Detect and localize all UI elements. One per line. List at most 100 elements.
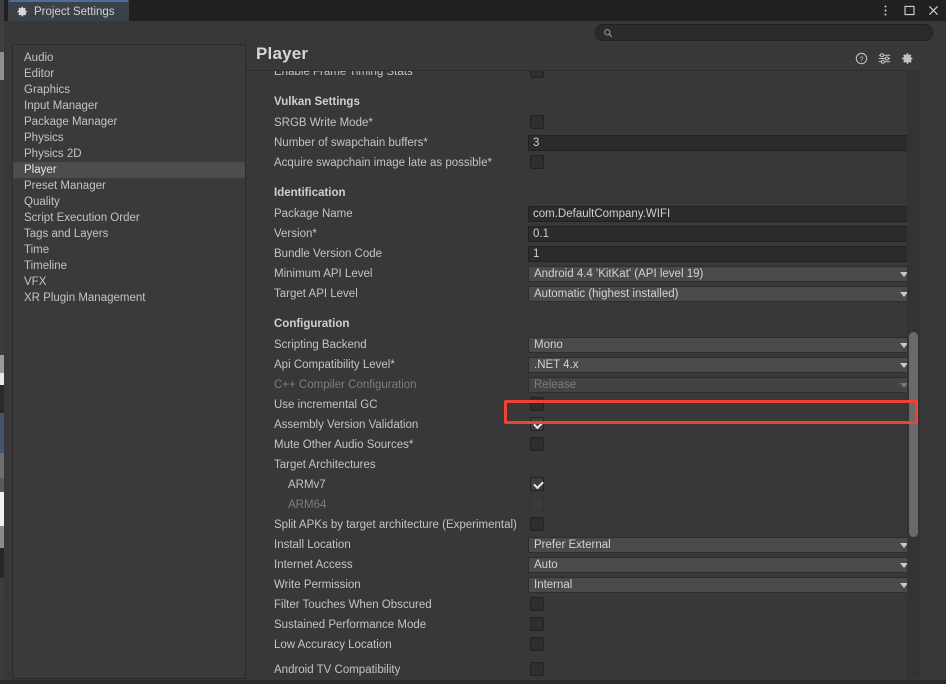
setting-row-package-name: Package Name com.DefaultCompany.WIFI [247, 204, 920, 224]
settings-scroll-area[interactable]: Enable Frame Timing Stats Vulkan Settings… [247, 70, 920, 679]
input-bundle-version-code[interactable]: 1 [528, 246, 914, 262]
setting-row-bundle-version-code: Bundle Version Code 1 [247, 244, 920, 264]
setting-label: Android TV Compatibility [274, 664, 401, 676]
dropdown-write-permission[interactable]: Internal [528, 577, 914, 593]
sidebar-item-xr-plugin-management[interactable]: XR Plugin Management [13, 290, 245, 306]
checkbox-android-tv-compatibility[interactable] [530, 662, 544, 676]
maximize-icon[interactable] [903, 4, 916, 17]
preset-icon[interactable] [878, 52, 891, 65]
input-package-name[interactable]: com.DefaultCompany.WIFI [528, 206, 914, 222]
more-options-icon[interactable] [879, 4, 892, 17]
group-heading-label: Vulkan Settings [274, 95, 360, 108]
sidebar-item-label: Quality [24, 196, 60, 208]
help-icon[interactable]: ? [855, 52, 868, 65]
setting-label: Api Compatibility Level* [274, 359, 395, 371]
dropdown-target-api-level[interactable]: Automatic (highest installed) [528, 286, 914, 302]
checkbox-srgb-write-mode[interactable] [530, 115, 544, 129]
sidebar-item-package-manager[interactable]: Package Manager [13, 114, 245, 130]
pane-header: Player ? [247, 44, 920, 70]
group-heading-label: Configuration [274, 317, 350, 330]
checkbox-sustained-performance-mode[interactable] [530, 617, 544, 631]
input-value: 1 [533, 248, 540, 260]
sidebar-item-audio[interactable]: Audio [13, 50, 245, 66]
checkbox-enable-frame-timing-stats[interactable] [530, 71, 544, 78]
checkbox-arm64 [530, 497, 544, 511]
sidebar-item-quality[interactable]: Quality [13, 194, 245, 210]
tab-label: Project Settings [34, 5, 115, 18]
sidebar-item-timeline[interactable]: Timeline [13, 258, 245, 274]
setting-row-use-incremental-gc: Use incremental GC [247, 395, 920, 415]
checkbox-armv7[interactable] [530, 477, 544, 491]
close-icon[interactable] [927, 4, 940, 17]
sidebar-item-graphics[interactable]: Graphics [13, 82, 245, 98]
search-box[interactable] [595, 24, 933, 41]
dropdown-api-compatibility-level[interactable]: .NET 4.x [528, 357, 914, 373]
setting-label: Install Location [274, 539, 351, 551]
sidebar-item-input-manager[interactable]: Input Manager [13, 98, 245, 114]
setting-label: Enable Frame Timing Stats [274, 71, 413, 78]
group-heading-label: Identification [274, 186, 346, 199]
input-value: com.DefaultCompany.WIFI [533, 208, 671, 220]
sidebar-item-script-execution-order[interactable]: Script Execution Order [13, 210, 245, 226]
dropdown-value: Prefer External [534, 539, 611, 551]
sidebar-item-label: Physics 2D [24, 148, 82, 160]
setting-label: Use incremental GC [274, 399, 378, 411]
settings-category-sidebar[interactable]: Audio Editor Graphics Input Manager Package … [12, 44, 246, 679]
checkbox-use-incremental-gc[interactable] [530, 397, 544, 411]
checkbox-low-accuracy-location[interactable] [530, 637, 544, 651]
checkbox-acquire-swapchain-image-late-as-possible[interactable] [530, 155, 544, 169]
window-tabbar: Project Settings [4, 0, 946, 21]
checkbox-split-apks-by-target-architecture-experimental[interactable] [530, 517, 544, 531]
dropdown-install-location[interactable]: Prefer External [528, 537, 914, 553]
setting-label: Minimum API Level [274, 268, 373, 280]
setting-label: Number of swapchain buffers* [274, 137, 428, 149]
checkbox-assembly-version-validation[interactable] [530, 417, 544, 431]
sidebar-item-editor[interactable]: Editor [13, 66, 245, 82]
checkbox-filter-touches-when-obscured[interactable] [530, 597, 544, 611]
settings-list: Enable Frame Timing Stats Vulkan Settings… [247, 71, 920, 679]
setting-label: Sustained Performance Mode [274, 619, 427, 631]
setting-label: C++ Compiler Configuration [274, 379, 417, 391]
sidebar-item-tags-and-layers[interactable]: Tags and Layers [13, 226, 245, 242]
sidebar-item-player[interactable]: Player [13, 162, 245, 178]
setting-label: ARMv7 [288, 479, 326, 491]
setting-row-android-tv-compatibility: Android TV Compatibility [247, 660, 920, 679]
group-heading-configuration: Configuration [247, 312, 920, 335]
dropdown-minimum-api-level[interactable]: Android 4.4 'KitKat' (API level 19) [528, 266, 914, 282]
search-row [4, 21, 946, 44]
scrollbar-thumb[interactable] [909, 332, 918, 537]
sidebar-item-preset-manager[interactable]: Preset Manager [13, 178, 245, 194]
sidebar-item-label: Time [24, 244, 50, 256]
sidebar-item-time[interactable]: Time [13, 242, 245, 258]
sidebar-item-physics-2d[interactable]: Physics 2D [13, 146, 245, 162]
sidebar-item-vfx[interactable]: VFX [13, 274, 245, 290]
dropdown-scripting-backend[interactable]: Mono [528, 337, 914, 353]
sidebar-item-label: Player [24, 164, 57, 176]
setting-label: Filter Touches When Obscured [274, 599, 432, 611]
setting-row-armv7: ARMv7 [247, 475, 920, 495]
checkbox-mute-other-audio-sources[interactable] [530, 437, 544, 451]
dropdown-value: Android 4.4 'KitKat' (API level 19) [534, 268, 704, 280]
setting-row-mute-other-audio-sources: Mute Other Audio Sources* [247, 435, 920, 455]
input-version[interactable]: 0.1 [528, 226, 914, 242]
setting-label: Assembly Version Validation [274, 419, 419, 431]
group-heading-identification: Identification [247, 181, 920, 204]
window-bottom-edge [0, 680, 946, 684]
setting-row-assembly-version-validation: Assembly Version Validation [247, 415, 920, 435]
setting-row-install-location: Install Location Prefer External [247, 535, 920, 555]
dropdown-value: Internal [534, 579, 573, 591]
sidebar-item-label: Audio [24, 52, 54, 64]
setting-row-acquire-swapchain-image-late-as-possible: Acquire swapchain image late as possible… [247, 153, 920, 173]
tab-project-settings[interactable]: Project Settings [8, 0, 129, 21]
setting-row-internet-access: Internet Access Auto [247, 555, 920, 575]
dropdown-internet-access[interactable]: Auto [528, 557, 914, 573]
settings-gear-icon[interactable] [901, 52, 914, 65]
input-number-of-swapchain-buffers[interactable]: 3 [528, 135, 914, 151]
setting-row-split-apks-by-target-architecture-experimental: Split APKs by target architecture (Exper… [247, 515, 920, 535]
unity-project-settings-window: Project Settings Audio Editor Graphics I… [0, 0, 946, 684]
sidebar-item-physics[interactable]: Physics [13, 130, 245, 146]
search-input[interactable] [617, 25, 917, 40]
setting-label: Internet Access [274, 559, 353, 571]
vertical-scrollbar[interactable] [907, 70, 920, 679]
